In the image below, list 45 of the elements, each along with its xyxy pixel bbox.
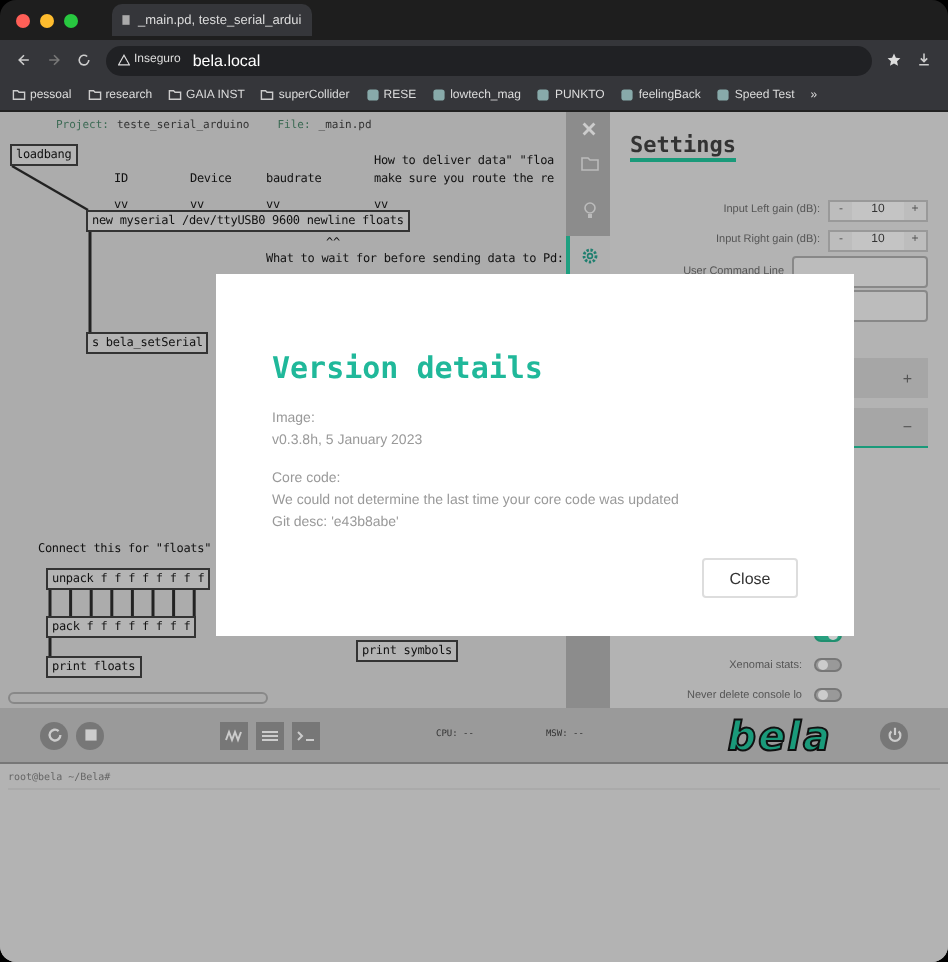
reload-icon [45,726,63,744]
reload-icon [76,52,92,68]
scope-button[interactable] [220,721,248,749]
download-icon [916,52,932,68]
wave-icon [224,725,244,745]
site-icon [365,88,380,102]
site-icon [620,88,635,102]
run-button[interactable] [40,721,68,749]
toggle-switch[interactable] [814,688,842,702]
patch-cord [11,164,89,212]
site-icon [716,88,731,102]
stop-button[interactable] [76,721,104,749]
back-icon [16,52,32,68]
forward-icon [46,52,62,68]
page-icon [120,14,132,26]
folder-icon [87,88,102,102]
settings-title: Settings [630,132,736,162]
minimize-button[interactable] [40,13,54,27]
power-button[interactable] [880,721,908,749]
folder-icon [168,88,183,102]
folder-icon [12,88,26,102]
maximize-button[interactable] [64,13,78,27]
settings-icon [580,246,600,266]
lightbulb-icon [580,200,600,220]
terminal-button[interactable] [292,721,320,749]
site-icon [536,88,551,102]
scrollbar[interactable] [8,692,268,704]
side-tab[interactable] [566,236,610,276]
close-window-button[interactable] [16,13,30,27]
terminal-icon [296,725,316,745]
star-icon [886,52,902,68]
bela-logo: bela [727,711,832,759]
dialog-title: Version details [272,350,545,386]
warning-icon [118,54,130,66]
close-icon [579,120,597,138]
url-text: bela.local [192,51,261,69]
folder-icon [580,154,600,174]
stop-icon [83,728,97,742]
controls-button[interactable] [256,721,284,749]
toggle-switch[interactable] [814,658,842,672]
site-icon [432,88,447,102]
folder-icon [260,88,275,102]
power-icon [885,726,903,744]
sliders-icon [260,725,280,745]
close-button[interactable]: Close [702,558,798,598]
